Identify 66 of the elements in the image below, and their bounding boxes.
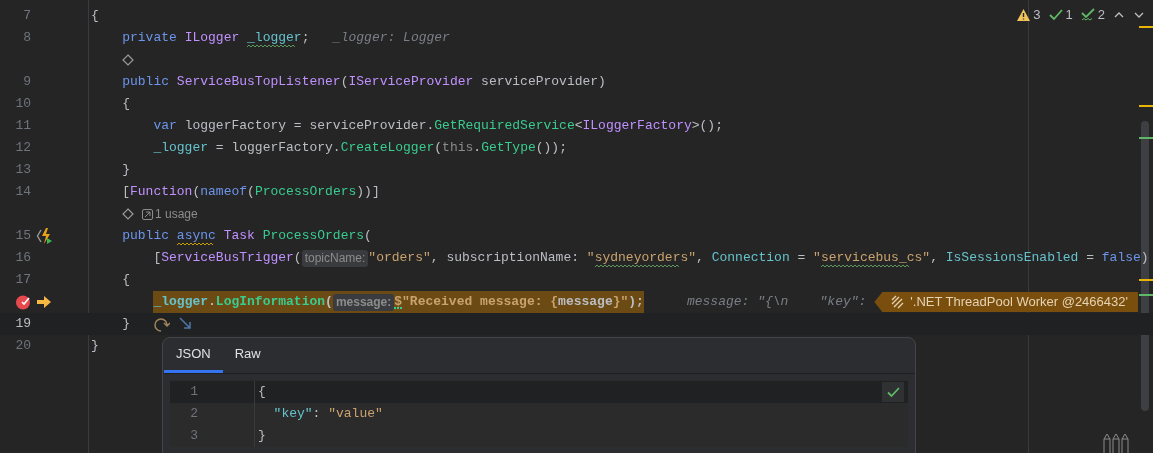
- code-text: {: [121, 95, 130, 114]
- code-text: }: [91, 337, 99, 356]
- code-text: [ServiceBusTrigger(: [152, 249, 302, 268]
- step-over-icon[interactable]: [152, 316, 170, 332]
- pencils-icon[interactable]: [1103, 433, 1131, 453]
- line-number: 19: [14, 315, 31, 334]
- function-run-icon[interactable]: [36, 227, 54, 245]
- inspection-typos[interactable]: 2: [1080, 5, 1105, 25]
- warning-marker[interactable]: [1139, 105, 1153, 107]
- inspection-passed[interactable]: 1: [1048, 5, 1073, 25]
- execution-arrow-icon: [36, 295, 52, 309]
- code-text: private ILogger _logger;: [121, 29, 311, 48]
- line-number: 3: [189, 427, 198, 446]
- code-text: _logger = loggerFactory.CreateLogger(this.GetType());: [152, 139, 567, 158]
- inline-value: message: "{\n "key":: [686, 293, 867, 312]
- inline-value: _logger: Logger: [332, 29, 450, 48]
- line-number: 8: [22, 29, 31, 48]
- warning-icon: [1017, 8, 1031, 21]
- parameter-hint: topicName:: [301, 249, 369, 267]
- scrollbar[interactable]: [1141, 121, 1149, 411]
- inspection-warnings[interactable]: 3: [1017, 5, 1041, 25]
- line-number: 10: [14, 95, 31, 114]
- check-icon: [1048, 8, 1063, 21]
- line-number: 20: [14, 337, 31, 356]
- code-text: "key": "value": [272, 405, 383, 424]
- line-number: 11: [14, 117, 31, 136]
- line-number: 9: [22, 73, 31, 92]
- spelling-check-icon: [1080, 7, 1095, 22]
- line-number: 1: [189, 383, 198, 402]
- breakpoint-icon[interactable]: [15, 294, 31, 310]
- ok-marker[interactable]: [1139, 294, 1153, 296]
- code-text: }: [121, 161, 130, 180]
- line-number: 17: [14, 271, 31, 290]
- line-number: 7: [22, 7, 31, 26]
- warning-marker[interactable]: [1139, 26, 1153, 28]
- code-text: [Function(nameof(ProcessOrders))]: [121, 183, 380, 202]
- ok-marker[interactable]: [1139, 137, 1153, 139]
- code-text: {: [258, 383, 266, 402]
- valid-check-icon: [886, 386, 900, 398]
- usage-icon[interactable]: [142, 208, 153, 220]
- tab[interactable]: Raw: [222, 338, 273, 373]
- code-text: _logger.LogInformation(: [153, 293, 333, 312]
- line-number: 2: [189, 405, 198, 424]
- code-text: }: [258, 427, 266, 446]
- code-text: {: [91, 7, 99, 26]
- code-text: var loggerFactory = serviceProvider.GetRequiredService<ILoggerFactory>();: [152, 117, 723, 136]
- line-number: 16: [14, 249, 31, 268]
- code-text: "orders", subscriptionName: "sydneyorders", Connection = "servicebus_cs", IsSessionsEnabled = false): [368, 249, 1149, 268]
- warning-marker[interactable]: [1139, 279, 1153, 281]
- line-number: 14: [14, 183, 31, 202]
- diamond-icon[interactable]: [122, 54, 134, 66]
- line-number: 15: [14, 227, 31, 246]
- tab[interactable]: JSON: [164, 338, 223, 373]
- code-text: {: [121, 271, 130, 290]
- thread-label: '.NET ThreadPool Worker @2466432': [874, 292, 1138, 312]
- code-text: $"Received message: {message}");: [394, 293, 644, 312]
- diamond-icon[interactable]: [122, 208, 134, 220]
- code-text: public async Task ProcessOrders(: [121, 227, 372, 246]
- code-text: }: [121, 315, 130, 334]
- step-into-icon[interactable]: [178, 316, 194, 332]
- parameter-hint: message:: [332, 293, 395, 311]
- code-text: public ServiceBusTopListener(IServiceProvider serviceProvider): [121, 73, 606, 92]
- usage-link[interactable]: 1 usage: [155, 205, 198, 223]
- line-number: 13: [14, 161, 31, 180]
- line-number: 12: [14, 139, 31, 158]
- thread-icon: [890, 295, 905, 309]
